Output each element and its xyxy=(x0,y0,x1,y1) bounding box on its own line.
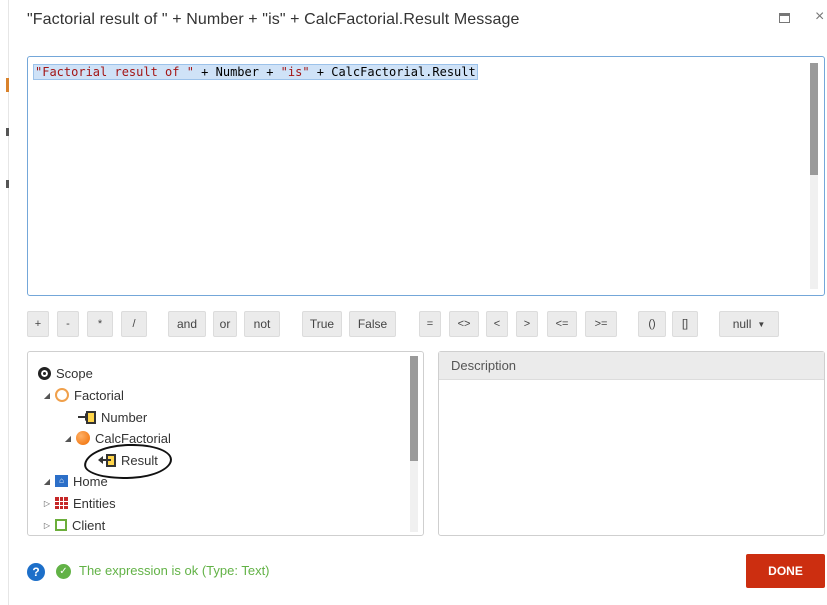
expand-arrow-icon[interactable]: ▷ xyxy=(42,499,52,508)
action-node-icon xyxy=(76,431,90,445)
null-dropdown-button[interactable]: null ▼ xyxy=(719,311,779,337)
greater-than-operator-button[interactable]: > xyxy=(516,311,538,337)
expression-editor[interactable]: "Factorial result of " + Number + "is" +… xyxy=(27,56,825,296)
expand-arrow-icon[interactable]: ◢ xyxy=(42,391,52,400)
close-button[interactable]: × xyxy=(815,8,824,26)
tree-item-entities[interactable]: ▷ Entities xyxy=(42,493,116,513)
dialog-title: "Factorial result of " + Number + "is" +… xyxy=(27,11,520,28)
maximize-button[interactable] xyxy=(779,13,790,23)
expand-arrow-icon[interactable]: ▷ xyxy=(42,521,52,530)
expand-arrow-icon[interactable]: ◢ xyxy=(63,434,73,443)
multiply-operator-button[interactable]: * xyxy=(87,311,113,337)
tree-item-label: Number xyxy=(101,409,148,425)
false-literal-button[interactable]: False xyxy=(349,311,396,337)
editor-scrollbar[interactable] xyxy=(810,63,818,289)
tree-item-label: Entities xyxy=(73,495,116,511)
tree-item-factorial[interactable]: ◢ Factorial xyxy=(42,385,124,405)
parentheses-button[interactable]: () xyxy=(638,311,666,337)
tree-item-label: Factorial xyxy=(74,387,124,403)
home-icon: ⌂ xyxy=(55,475,68,487)
description-panel: Description xyxy=(438,351,825,536)
not-equal-operator-button[interactable]: <> xyxy=(449,311,479,337)
greater-equal-operator-button[interactable]: >= xyxy=(585,311,617,337)
string-literal: "Factorial result of " xyxy=(35,65,194,79)
string-literal: "is" xyxy=(280,65,310,79)
plus-operator-button[interactable]: + xyxy=(27,311,49,337)
true-literal-button[interactable]: True xyxy=(302,311,342,337)
equals-operator-button[interactable]: = xyxy=(419,311,441,337)
not-operator-button[interactable]: not xyxy=(244,311,280,337)
tree-item-home[interactable]: ◢ ⌂ Home xyxy=(42,471,108,491)
null-dropdown-label: null xyxy=(732,317,752,331)
left-edge-strip xyxy=(0,0,9,605)
and-operator-button[interactable]: and xyxy=(168,311,206,337)
scope-tree-panel: Scope ◢ Factorial Number ◢ CalcFactorial… xyxy=(27,351,424,536)
tree-item-label: Scope xyxy=(56,365,93,381)
help-icon[interactable]: ? xyxy=(27,563,45,581)
less-equal-operator-button[interactable]: <= xyxy=(547,311,577,337)
editor-scrollbar-thumb[interactable] xyxy=(810,63,818,175)
minus-operator-button[interactable]: - xyxy=(57,311,79,337)
tree-item-client[interactable]: ▷ Client xyxy=(42,515,105,535)
expression-operand: + Number + xyxy=(193,65,281,79)
tree-item-scope[interactable]: Scope xyxy=(38,363,93,383)
less-than-operator-button[interactable]: < xyxy=(486,311,508,337)
expression-text[interactable]: "Factorial result of " + Number + "is" +… xyxy=(33,64,478,80)
entities-icon xyxy=(55,497,68,509)
or-operator-button[interactable]: or xyxy=(213,311,237,337)
tree-item-number[interactable]: Number xyxy=(78,407,147,427)
input-parameter-icon xyxy=(78,410,96,424)
client-icon xyxy=(55,519,67,531)
edge-marker xyxy=(6,128,9,136)
expand-arrow-icon[interactable]: ◢ xyxy=(42,477,52,486)
scope-scrollbar-thumb[interactable] xyxy=(410,356,418,461)
check-circle-icon: ✓ xyxy=(56,564,71,579)
edge-marker xyxy=(6,78,9,92)
square-brackets-button[interactable]: [] xyxy=(672,311,698,337)
operator-toolbar: + - * / and or not True False = <> < > <… xyxy=(27,311,825,337)
divide-operator-button[interactable]: / xyxy=(121,311,147,337)
chevron-down-icon: ▼ xyxy=(757,319,766,329)
edge-marker xyxy=(6,180,9,188)
description-header: Description xyxy=(439,352,824,380)
done-button[interactable]: DONE xyxy=(746,554,825,588)
validation-status: The expression is ok (Type: Text) xyxy=(79,563,270,578)
tree-item-label: Client xyxy=(72,517,106,533)
action-icon xyxy=(55,388,69,402)
scope-scrollbar[interactable] xyxy=(410,356,418,532)
scope-icon xyxy=(38,366,51,380)
tree-item-label: Home xyxy=(73,473,108,489)
expression-operand: + CalcFactorial.Result xyxy=(309,65,476,79)
